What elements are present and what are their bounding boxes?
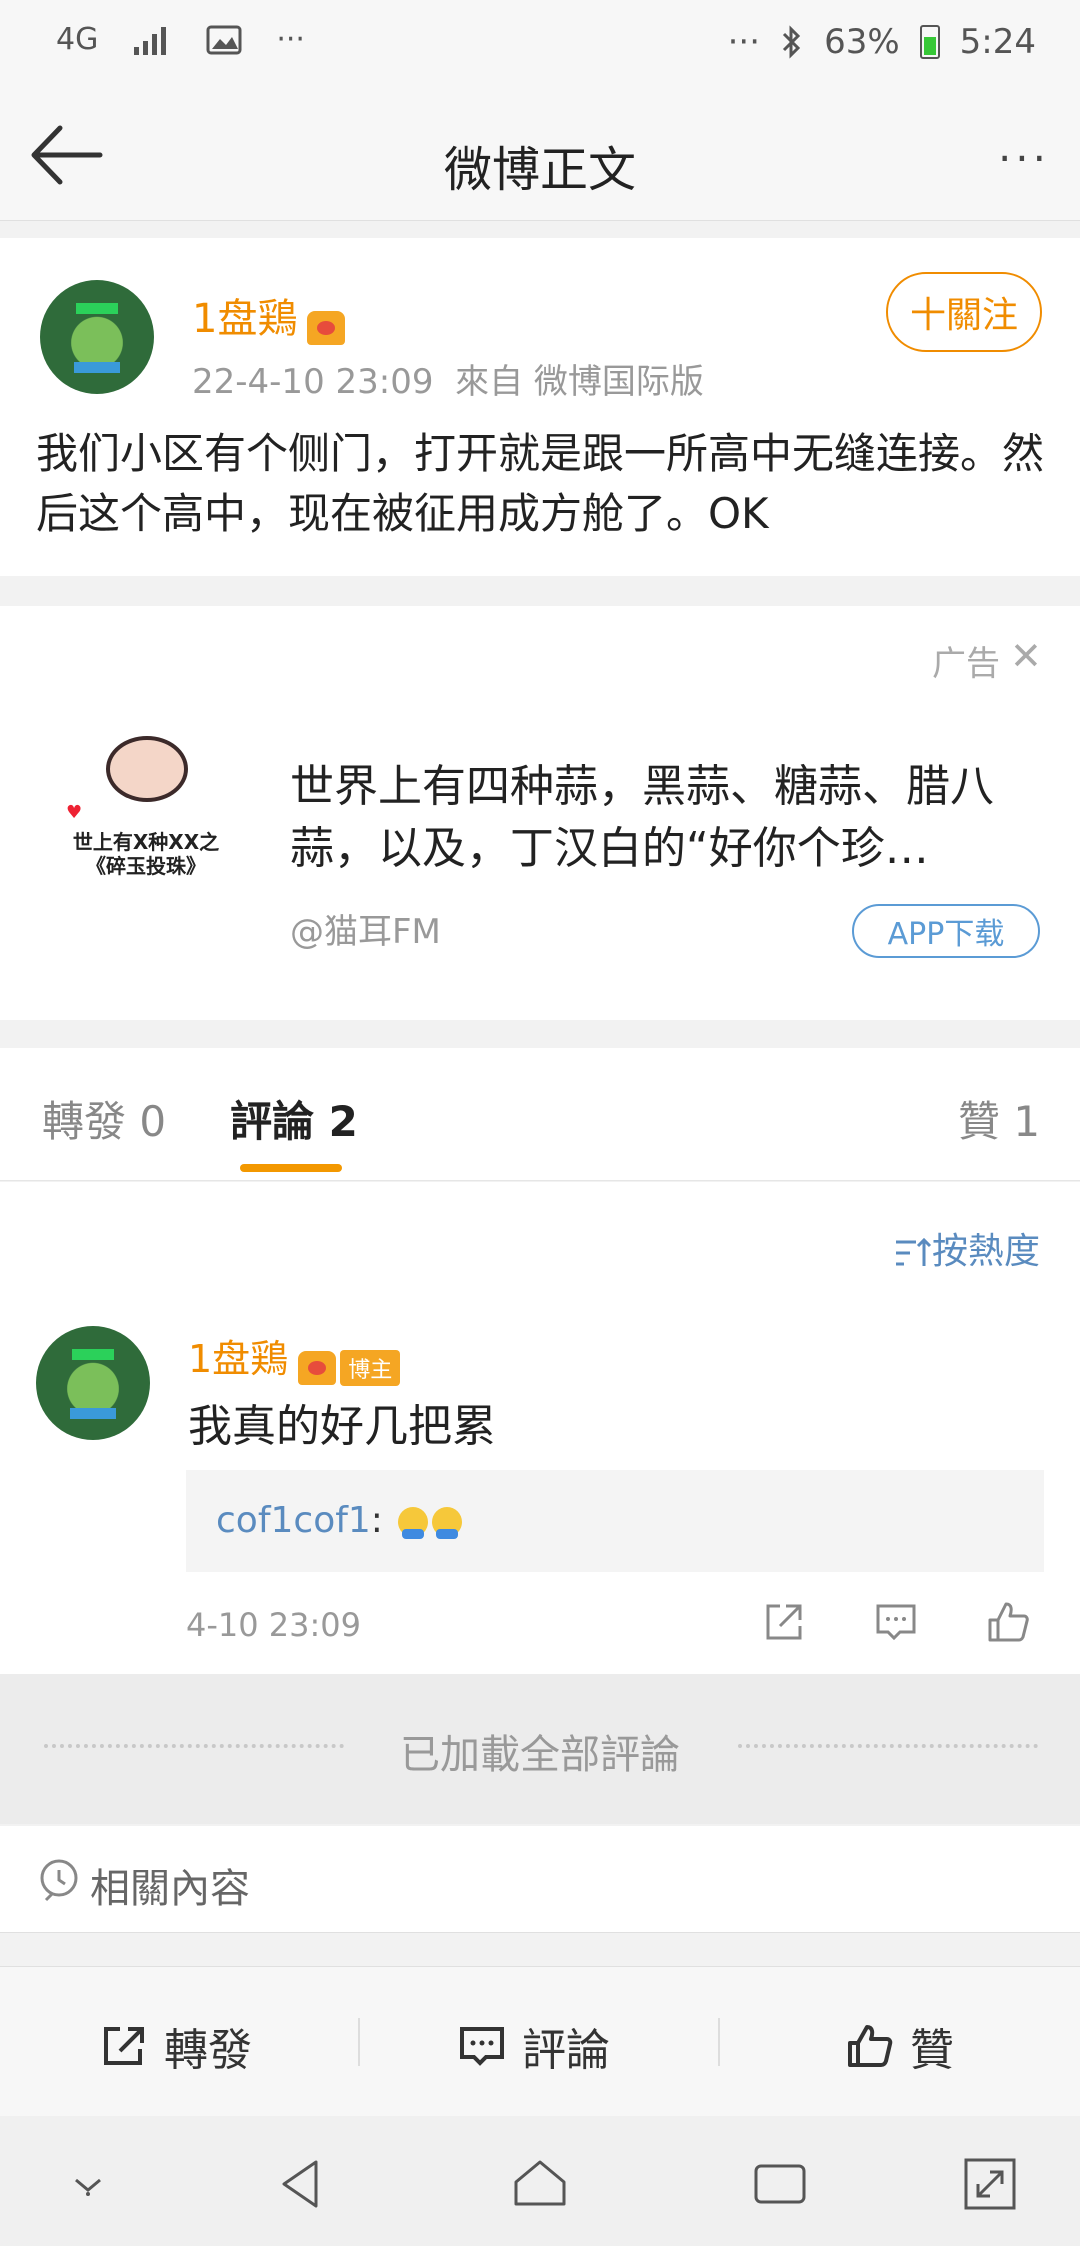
sort-icon: [896, 1237, 932, 1266]
comment-author[interactable]: 1盘鶏 博主: [188, 1328, 401, 1386]
tab-reposts[interactable]: 轉發 0: [42, 1088, 166, 1149]
reply-preview[interactable]: cof1cof1:: [216, 1500, 463, 1541]
related-icon: [40, 1859, 78, 1902]
hug-emoji-icon: [432, 1507, 463, 1539]
ad-image[interactable]: ♥ 世上有X种XX之 《碎玉投珠》: [66, 736, 226, 886]
ad-character-illustration: [106, 736, 188, 802]
comment-label: 評論: [522, 2025, 610, 2076]
action-divider: [358, 2018, 360, 2066]
repost-button[interactable]: 轉發: [100, 2014, 252, 2078]
nav-recents-icon[interactable]: [750, 2154, 810, 2214]
ad-label: 广告: [932, 644, 1000, 684]
sort-by-hot-button[interactable]: 按熱度: [894, 1222, 1040, 1274]
comment-icon: [460, 2027, 504, 2066]
share-icon[interactable]: [762, 1600, 806, 1644]
crown-icon: [307, 310, 346, 345]
clock: 5:24: [959, 22, 1036, 62]
post-text: 我们小区有个侧门，打开就是跟一所高中无缝连接。然后这个高中，现在被征用成方舱了。…: [36, 429, 1045, 538]
active-tab-indicator: [240, 1164, 342, 1172]
avatar[interactable]: [40, 280, 154, 394]
post-author[interactable]: 1盘鶏: [192, 286, 346, 345]
reply-separator: :: [370, 1500, 383, 1541]
tab-likes[interactable]: 贊 1: [958, 1088, 1040, 1149]
hug-emoji-icon: [398, 1507, 429, 1539]
app-download-button[interactable]: APP下载: [852, 904, 1040, 958]
close-icon[interactable]: ✕: [1010, 634, 1042, 678]
status-bar: 4G ··· ··· 63% 5:24: [0, 0, 1080, 90]
reply-username[interactable]: cof1cof1: [216, 1500, 371, 1541]
comment-author-name[interactable]: 1盘鶏: [188, 1337, 288, 1381]
bluetooth-icon: [783, 25, 801, 59]
action-divider: [718, 2018, 720, 2066]
status-right: ··· 63% 5:24: [728, 22, 1036, 62]
ad-source[interactable]: @猫耳FM: [290, 904, 441, 953]
all-comments-loaded-text: 已加載全部評論: [400, 1732, 680, 1778]
like-button[interactable]: 贊: [846, 2014, 954, 2078]
repost-icon: [104, 2027, 144, 2065]
battery-icon: [919, 25, 940, 59]
post-timestamp: 22-4-10 23:09: [192, 362, 434, 402]
battery-percent: 63%: [824, 22, 900, 62]
status-more-left: ···: [276, 22, 305, 57]
post-source: 來自 微博国际版: [455, 362, 704, 402]
signal-icon: [134, 26, 167, 55]
image-icon: [206, 25, 242, 54]
comment-avatar[interactable]: [36, 1326, 150, 1440]
ad-image-caption: 世上有X种XX之 《碎玉投珠》: [72, 830, 220, 878]
author-name[interactable]: 1盘鶏: [192, 296, 297, 342]
nav-home-icon[interactable]: [510, 2154, 570, 2214]
comment-button[interactable]: 評論: [458, 2014, 610, 2078]
comment-text: 我真的好几把累: [188, 1401, 496, 1452]
heart-icon: ♥: [66, 802, 83, 823]
chevron-down-icon[interactable]: [58, 2154, 118, 2214]
page-title: 微博正文: [443, 142, 636, 198]
tab-comments[interactable]: 評論 2: [230, 1088, 358, 1149]
follow-button[interactable]: 十關注: [886, 272, 1042, 352]
author-badge: 博主: [340, 1349, 401, 1386]
comment-time: 4-10 23:09: [186, 1606, 362, 1644]
repost-label: 轉發: [164, 2025, 252, 2076]
crown-icon: [298, 1350, 337, 1385]
status-more-right: ···: [727, 22, 761, 62]
like-icon[interactable]: [986, 1600, 1030, 1644]
nav-back-icon[interactable]: [272, 2154, 332, 2214]
post-meta: 22-4-10 23:09 來自 微博国际版: [192, 354, 704, 403]
expand-icon[interactable]: [960, 2154, 1020, 2214]
ad-text[interactable]: 世界上有四种蒜，黑蒜、糖蒜、腊八蒜，以及，丁汉白的“好你个珍…: [290, 756, 1020, 880]
network-label: 4G: [56, 22, 99, 57]
sort-label: 按熱度: [932, 1231, 1041, 1272]
related-content-label[interactable]: 相關內容: [90, 1856, 250, 1914]
like-icon: [848, 2025, 893, 2067]
status-left: 4G ···: [56, 22, 305, 57]
top-bar: 微博正文 ···: [0, 90, 1080, 221]
like-label: 贊: [910, 2025, 954, 2076]
more-options-button[interactable]: ···: [998, 134, 1050, 183]
comment-icon[interactable]: [874, 1600, 918, 1644]
